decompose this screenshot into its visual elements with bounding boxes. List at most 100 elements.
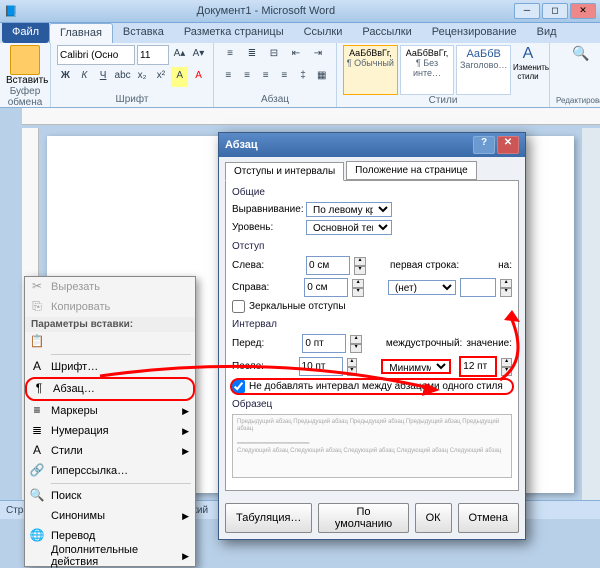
ctx-font[interactable]: AШрифт… [25, 357, 195, 377]
section-general: Общие [232, 187, 512, 198]
indent-left-input[interactable] [306, 256, 350, 275]
indent-right-input[interactable] [304, 278, 348, 297]
group-font: Шрифт [57, 94, 207, 105]
indent-button[interactable]: ⇥ [308, 45, 328, 65]
line-spacing-select[interactable]: Минимум [381, 359, 451, 374]
group-styles: Стили [343, 95, 543, 106]
strike-button[interactable]: abc [114, 67, 132, 87]
grow-font-button[interactable]: A▴ [171, 45, 188, 65]
paste-button[interactable]: Вставить [6, 45, 44, 86]
sub-button[interactable]: x₂ [134, 67, 151, 87]
maximize-button[interactable]: ◻ [542, 3, 568, 19]
bold-button[interactable]: Ж [57, 67, 74, 87]
tab-file[interactable]: Файл [2, 23, 49, 43]
ctx-search[interactable]: 🔍Поиск [25, 486, 195, 506]
style-nospacing[interactable]: АаБбВвГг,¶ Без инте… [400, 45, 455, 95]
shading-button[interactable]: ▦ [313, 67, 330, 87]
cut-icon: ✂ [29, 279, 45, 295]
section-indent: Отступ [232, 241, 512, 252]
ctx-translate[interactable]: 🌐Перевод [25, 526, 195, 546]
tab-mail[interactable]: Рассылки [352, 23, 421, 43]
paste-icon: 📋 [29, 334, 45, 350]
dialog-title: Абзац [225, 139, 258, 151]
align-right-button[interactable]: ≡ [257, 67, 274, 87]
mirror-indents-checkbox[interactable] [232, 300, 245, 313]
context-menu: ✂Вырезать ⎘Копировать Параметры вставки:… [24, 276, 196, 567]
link-icon: 🔗 [29, 463, 45, 479]
font-icon: A [29, 359, 45, 375]
numbering-icon: ≣ [29, 423, 45, 439]
cancel-button[interactable]: Отмена [458, 503, 519, 533]
word-icon: 📘 [4, 5, 18, 18]
ctx-bullets[interactable]: ≡Маркеры▶ [25, 401, 195, 421]
font-name-select[interactable] [57, 45, 135, 65]
paragraph-icon: ¶ [31, 381, 47, 397]
first-line-select[interactable]: (нет) [388, 280, 456, 295]
ctx-paste-header: Параметры вставки: [25, 317, 195, 332]
font-size-select[interactable] [137, 45, 169, 65]
align-center-button[interactable]: ≡ [239, 67, 256, 87]
ctx-styles[interactable]: AСтили▶ [25, 441, 195, 461]
paragraph-dialog: Абзац ? ✕ Отступы и интервалы Положение … [218, 132, 526, 540]
dialog-tab-indents[interactable]: Отступы и интервалы [225, 162, 344, 181]
dialog-tab-position[interactable]: Положение на странице [346, 161, 476, 180]
shrink-font-button[interactable]: A▾ [190, 45, 207, 65]
bullets-icon: ≡ [29, 403, 45, 419]
tab-refs[interactable]: Ссылки [294, 23, 353, 43]
find-button[interactable]: 🔍 [556, 45, 600, 62]
ctx-copy[interactable]: ⎘Копировать [25, 297, 195, 317]
underline-button[interactable]: Ч [95, 67, 112, 87]
spin-up[interactable]: ▴ [354, 257, 366, 266]
no-space-same-style-checkbox[interactable] [232, 380, 245, 393]
bullets-button[interactable]: ≡ [220, 45, 240, 65]
ctx-hyperlink[interactable]: 🔗Гиперссылка… [25, 461, 195, 481]
dialog-close-button[interactable]: ✕ [497, 136, 519, 154]
ctx-numbering[interactable]: ≣Нумерация▶ [25, 421, 195, 441]
change-styles-button[interactable]: AИзменить стили [513, 45, 543, 95]
ruler-horizontal[interactable] [22, 108, 600, 125]
spin-down[interactable]: ▾ [354, 266, 366, 275]
default-button[interactable]: По умолчанию [318, 503, 408, 533]
highlight-button[interactable]: А [171, 67, 188, 87]
tab-insert[interactable]: Вставка [113, 23, 174, 43]
alignment-select[interactable]: По левому краю [306, 202, 392, 217]
minimize-button[interactable]: ─ [514, 3, 540, 19]
scrollbar-vertical[interactable] [582, 128, 600, 501]
tabs-button[interactable]: Табуляция… [225, 503, 312, 533]
line-spacing-button[interactable]: ‡ [295, 67, 312, 87]
style-normal[interactable]: АаБбВвГг,¶ Обычный [343, 45, 398, 95]
font-color-button[interactable]: А [190, 67, 207, 87]
tab-view[interactable]: Вид [527, 23, 567, 43]
ctx-synonyms[interactable]: Синонимы▶ [25, 506, 195, 526]
sup-button[interactable]: x² [153, 67, 170, 87]
first-line-by-input[interactable] [460, 278, 496, 297]
justify-button[interactable]: ≡ [276, 67, 293, 87]
ctx-cut[interactable]: ✂Вырезать [25, 277, 195, 297]
section-spacing: Интервал [232, 319, 512, 330]
dialog-help-button[interactable]: ? [473, 136, 495, 154]
dedent-button[interactable]: ⇤ [286, 45, 306, 65]
ctx-paragraph[interactable]: ¶Абзац… [25, 377, 195, 401]
numbering-button[interactable]: ≣ [242, 45, 262, 65]
tab-home[interactable]: Главная [49, 23, 113, 43]
group-clipboard: Буфер обмена [6, 86, 44, 108]
space-before-input[interactable] [302, 334, 346, 353]
tab-review[interactable]: Рецензирование [422, 23, 527, 43]
italic-button[interactable]: К [76, 67, 93, 87]
outline-level-select[interactable]: Основной текст [306, 220, 392, 235]
ok-button[interactable]: ОК [415, 503, 452, 533]
space-after-input[interactable] [299, 357, 343, 376]
search-icon: 🔍 [29, 488, 45, 504]
copy-icon: ⎘ [29, 299, 45, 315]
line-spacing-at-input[interactable] [459, 356, 497, 377]
style-heading1[interactable]: АаБбВЗаголово… [456, 45, 511, 95]
align-left-button[interactable]: ≡ [220, 67, 237, 87]
ctx-paste-option[interactable]: 📋 [25, 332, 195, 352]
close-button[interactable]: ✕ [570, 3, 596, 19]
tab-layout[interactable]: Разметка страницы [174, 23, 294, 43]
window-title: Документ1 - Microsoft Word [18, 5, 514, 17]
styles-icon: A [29, 443, 45, 459]
group-editing: Редактирование [556, 96, 600, 105]
multilevel-button[interactable]: ⊟ [264, 45, 284, 65]
ctx-more[interactable]: Дополнительные действия▶ [25, 546, 195, 566]
